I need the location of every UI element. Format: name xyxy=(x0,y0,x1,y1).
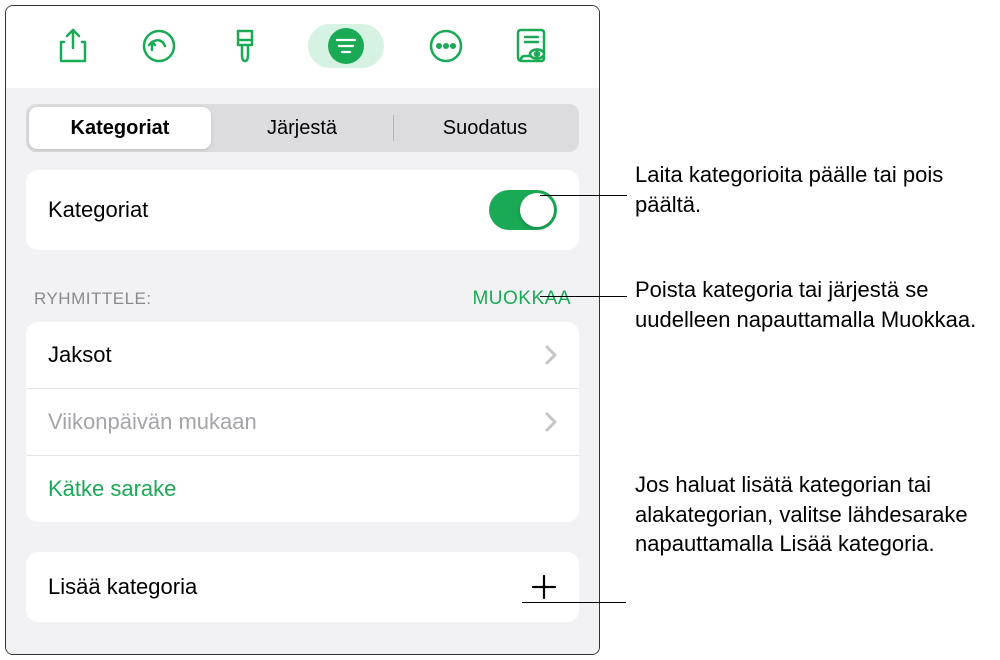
categories-label: Kategoriat xyxy=(48,197,148,223)
group-by-label: RYHMITTELE: xyxy=(34,289,152,309)
row-label: Jaksot xyxy=(48,342,112,368)
tab-filter[interactable]: Suodatus xyxy=(394,107,576,149)
group-row-weekday[interactable]: Viikonpäivän mukaan xyxy=(26,389,579,456)
edit-button[interactable]: MUOKKAA xyxy=(472,288,571,310)
annotations: Laita kategorioita päälle tai pois päält… xyxy=(605,0,1000,660)
add-label: Lisää kategoria xyxy=(48,574,197,600)
brush-icon[interactable] xyxy=(221,22,269,70)
sort-active-icon[interactable] xyxy=(308,24,384,68)
share-icon[interactable] xyxy=(49,22,97,70)
segmented-control: Kategoriat Järjestä Suodatus xyxy=(26,104,579,152)
categories-toggle[interactable] xyxy=(489,190,557,230)
plus-icon xyxy=(531,574,557,600)
annotation-edit: Poista kategoria tai järjestä se uudelle… xyxy=(635,275,998,334)
tab-sort[interactable]: Järjestä xyxy=(211,107,393,149)
callout-line xyxy=(540,195,627,196)
tab-label: Järjestä xyxy=(267,117,337,140)
row-label: Viikonpäivän mukaan xyxy=(48,409,257,435)
group-row-jaksot[interactable]: Jaksot xyxy=(26,322,579,389)
hide-label: Kätke sarake xyxy=(48,476,176,502)
settings-panel: Kategoriat Järjestä Suodatus Kategoriat xyxy=(5,5,600,655)
chevron-right-icon xyxy=(545,412,557,432)
tab-label: Kategoriat xyxy=(71,117,170,140)
add-category-button[interactable]: Lisää kategoria xyxy=(26,552,579,622)
group-by-header: RYHMITTELE: MUOKKAA xyxy=(6,250,599,322)
chevron-right-icon xyxy=(545,345,557,365)
categories-toggle-card: Kategoriat xyxy=(26,170,579,250)
tab-label: Suodatus xyxy=(443,117,528,140)
undo-icon[interactable] xyxy=(135,22,183,70)
annotation-toggle: Laita kategorioita päälle tai pois päält… xyxy=(635,160,998,219)
toggle-knob xyxy=(520,193,554,227)
callout-line xyxy=(522,602,626,603)
annotation-add: Jos haluat lisätä kategorian tai alakate… xyxy=(635,470,998,559)
group-by-list: Jaksot Viikonpäivän mukaan Kätke sarake xyxy=(26,322,579,522)
hide-column-button[interactable]: Kätke sarake xyxy=(26,456,579,522)
toolbar xyxy=(6,6,599,88)
read-icon[interactable] xyxy=(508,22,556,70)
callout-line xyxy=(540,296,627,297)
more-icon[interactable] xyxy=(422,22,470,70)
tab-categories[interactable]: Kategoriat xyxy=(29,107,211,149)
add-category-card: Lisää kategoria xyxy=(26,552,579,622)
